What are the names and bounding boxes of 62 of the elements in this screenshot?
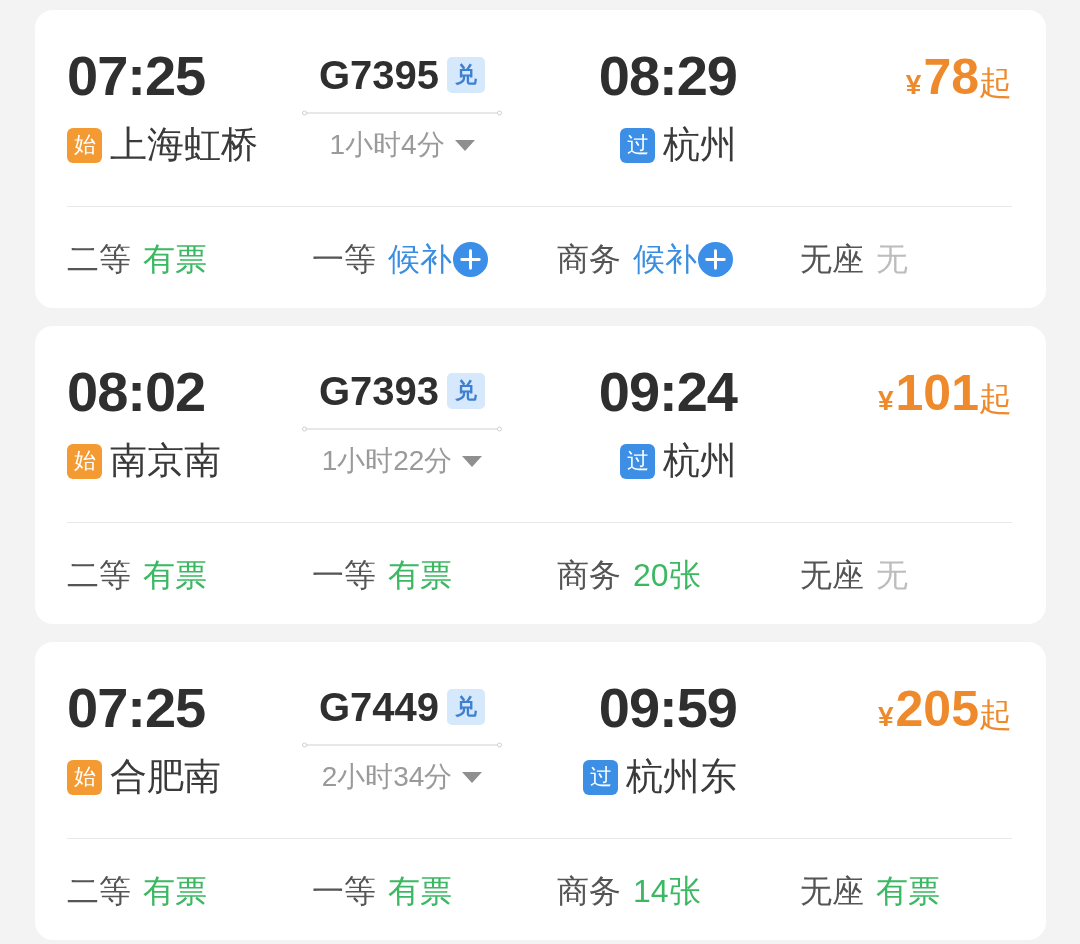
caret-down-icon: [462, 771, 483, 783]
train-number: G7449: [318, 689, 440, 725]
seat-class: 无座: [800, 873, 864, 909]
seat-status: 有票: [143, 241, 207, 277]
seat-class: 一等: [312, 241, 376, 277]
seat-class: 无座: [800, 557, 864, 593]
seat-status: 有票: [388, 873, 452, 909]
seat-status: 有票: [143, 557, 207, 593]
plus-circle-icon[interactable]: [453, 241, 488, 277]
seat-class: 商务: [557, 557, 621, 593]
pass-badge: 过: [583, 759, 618, 795]
arrival-time: 08:29: [598, 48, 737, 104]
caret-down-icon: [462, 455, 483, 467]
seat-class: 二等: [67, 557, 131, 593]
origin-badge: 始: [67, 443, 102, 479]
seat-class: 一等: [312, 557, 376, 593]
seat-status: 有票: [143, 873, 207, 909]
departure-time: 07:25: [67, 48, 206, 104]
departure-time: 08:02: [67, 364, 206, 420]
price: ¥205起: [878, 684, 1012, 734]
seat-status: 20张: [633, 557, 701, 593]
destination-station: 杭州: [663, 443, 737, 479]
arrival-time: 09:59: [598, 680, 737, 736]
exchange-badge: 兑: [447, 373, 486, 409]
origin-badge: 始: [67, 127, 102, 163]
pass-badge: 过: [620, 443, 655, 479]
exchange-badge: 兑: [447, 57, 486, 93]
seat-class: 二等: [67, 873, 131, 909]
seat-class: 二等: [67, 241, 131, 277]
price: ¥78起: [905, 52, 1012, 102]
route-line-icon: [302, 425, 502, 433]
seat-status: 无: [876, 557, 908, 593]
seat-class: 商务: [557, 873, 621, 909]
seat-status: 候补: [633, 241, 697, 277]
seat-status: 有票: [876, 873, 940, 909]
departure-time: 07:25: [67, 680, 206, 736]
train-card[interactable]: 07:25 始 上海虹桥 G7395 兑 1小时4分 08:29 过 杭州 ¥78起 二等 有票 一等 候补 商务 候补 无座 无: [35, 10, 1046, 308]
train-card[interactable]: 07:25 始 合肥南 G7449 兑 2小时34分 09:59 过 杭州东 ¥205起 二等 有票 一等 有票 商务 14张 无座 有票: [35, 642, 1046, 940]
origin-station: 南京南: [110, 443, 221, 479]
destination-station: 杭州: [663, 127, 737, 163]
price: ¥101起: [878, 368, 1012, 418]
route-line-icon: [302, 741, 502, 749]
plus-circle-icon[interactable]: [698, 241, 733, 277]
seat-status: 候补: [388, 241, 452, 277]
origin-badge: 始: [67, 759, 102, 795]
seat-status: 有票: [388, 557, 452, 593]
train-number: G7393: [318, 373, 440, 409]
arrival-time: 09:24: [598, 364, 737, 420]
train-number: G7395: [318, 57, 440, 93]
seat-status: 无: [876, 241, 908, 277]
exchange-badge: 兑: [447, 689, 486, 725]
caret-down-icon: [454, 139, 475, 151]
seat-class: 无座: [800, 241, 864, 277]
train-card[interactable]: 08:02 始 南京南 G7393 兑 1小时22分 09:24 过 杭州 ¥101起 二等 有票 一等 有票 商务 20张 无座 无: [35, 326, 1046, 624]
seat-status: 14张: [633, 873, 701, 909]
route-line-icon: [302, 109, 502, 117]
pass-badge: 过: [620, 127, 655, 163]
seat-class: 一等: [312, 873, 376, 909]
seat-class: 商务: [557, 241, 621, 277]
origin-station: 上海虹桥: [110, 127, 258, 163]
origin-station: 合肥南: [110, 759, 221, 795]
destination-station: 杭州东: [626, 759, 737, 795]
